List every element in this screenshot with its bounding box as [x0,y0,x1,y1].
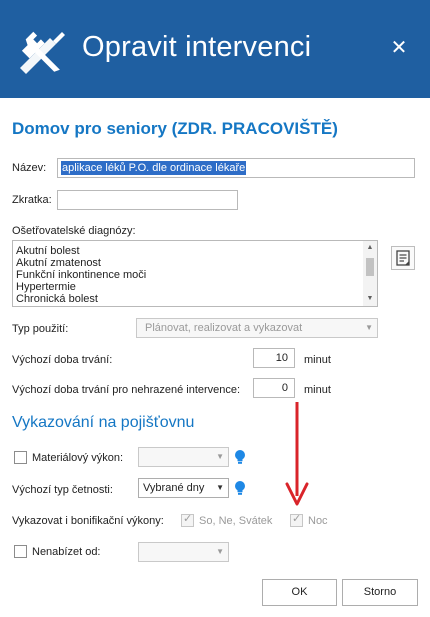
scroll-up-icon[interactable]: ▲ [363,241,377,255]
annotation-arrow [285,402,309,506]
nazev-label: Název: [12,162,47,174]
chevron-down-icon: ▼ [365,323,373,332]
doba-nehrazene-input[interactable]: 0 [253,378,295,398]
dialog-header: Opravit intervenci ✕ [0,0,430,98]
doba-input[interactable]: 10 [253,348,295,368]
cetnost-value: Vybrané dny [143,482,205,494]
chevron-down-icon: ▼ [216,452,224,461]
bonif-night-checkbox[interactable] [290,512,303,527]
lightbulb-icon[interactable] [234,480,246,496]
cancel-button[interactable]: Storno [342,579,418,606]
nenabizet-label: Nenabízet od: [32,546,101,558]
list-item[interactable]: Chronická bolest [13,293,363,305]
zkratka-input[interactable] [57,190,238,210]
close-icon[interactable]: ✕ [388,37,410,59]
vykazovani-heading: Vykazování na pojišťovnu [12,414,195,431]
doba-nehrazene-label: Výchozí doba trvání pro nehrazené interv… [12,384,241,396]
lightbulb-icon[interactable] [234,449,246,465]
materialovy-label: Materiálový výkon: [32,452,124,464]
diagnozy-label: Ošetřovatelské diagnózy: [12,225,136,237]
notes-button[interactable] [391,246,415,270]
tools-icon [20,31,65,74]
nenabizet-select[interactable]: ▼ [138,542,229,562]
scroll-down-icon[interactable]: ▼ [363,292,377,306]
nazev-value: aplikace léků P.O. dle ordinace lékaře [61,161,247,175]
materialovy-select[interactable]: ▼ [138,447,229,467]
typ-pouziti-select[interactable]: Plánovat, realizovat a vykazovat ▼ [136,318,378,338]
list-item[interactable]: Hypertermie [13,281,363,293]
section-title: Domov pro seniory (ZDR. PRACOVIŠTĚ) [12,119,338,138]
ok-button[interactable]: OK [262,579,337,606]
scroll-thumb[interactable] [366,258,374,276]
notes-icon [396,250,410,266]
bonif-weekend-checkbox[interactable] [181,512,194,527]
doba-unit: minut [304,354,331,366]
list-item[interactable]: Akutní zmatenost [13,257,363,269]
materialovy-checkbox[interactable] [14,451,27,464]
bonifikacni-label: Vykazovat i bonifikační výkony: [12,515,164,527]
doba-nehrazene-unit: minut [304,384,331,396]
cetnost-label: Výchozí typ četnosti: [12,484,113,496]
nenabizet-checkbox[interactable] [14,545,27,558]
listbox-scrollbar[interactable]: ▲ ▼ [363,241,377,306]
typ-pouziti-label: Typ použití: [12,323,69,335]
bonif-night-label: Noc [308,515,328,527]
chevron-down-icon: ▼ [216,483,224,492]
list-item[interactable]: Funkční inkontinence moči [13,269,363,281]
chevron-down-icon: ▼ [216,547,224,556]
list-item[interactable]: Akutní bolest [13,245,363,257]
nazev-input[interactable]: aplikace léků P.O. dle ordinace lékaře [57,158,415,178]
diagnozy-listbox[interactable]: Akutní bolest Akutní zmatenost Funkční ink… [12,240,378,307]
dialog-title: Opravit intervenci [82,31,312,63]
cetnost-select[interactable]: Vybrané dny ▼ [138,478,229,498]
doba-label: Výchozí doba trvání: [12,354,113,366]
bonif-weekend-label: So, Ne, Svátek [199,515,273,527]
zkratka-label: Zkratka: [12,194,52,206]
typ-pouziti-value: Plánovat, realizovat a vykazovat [145,322,303,334]
